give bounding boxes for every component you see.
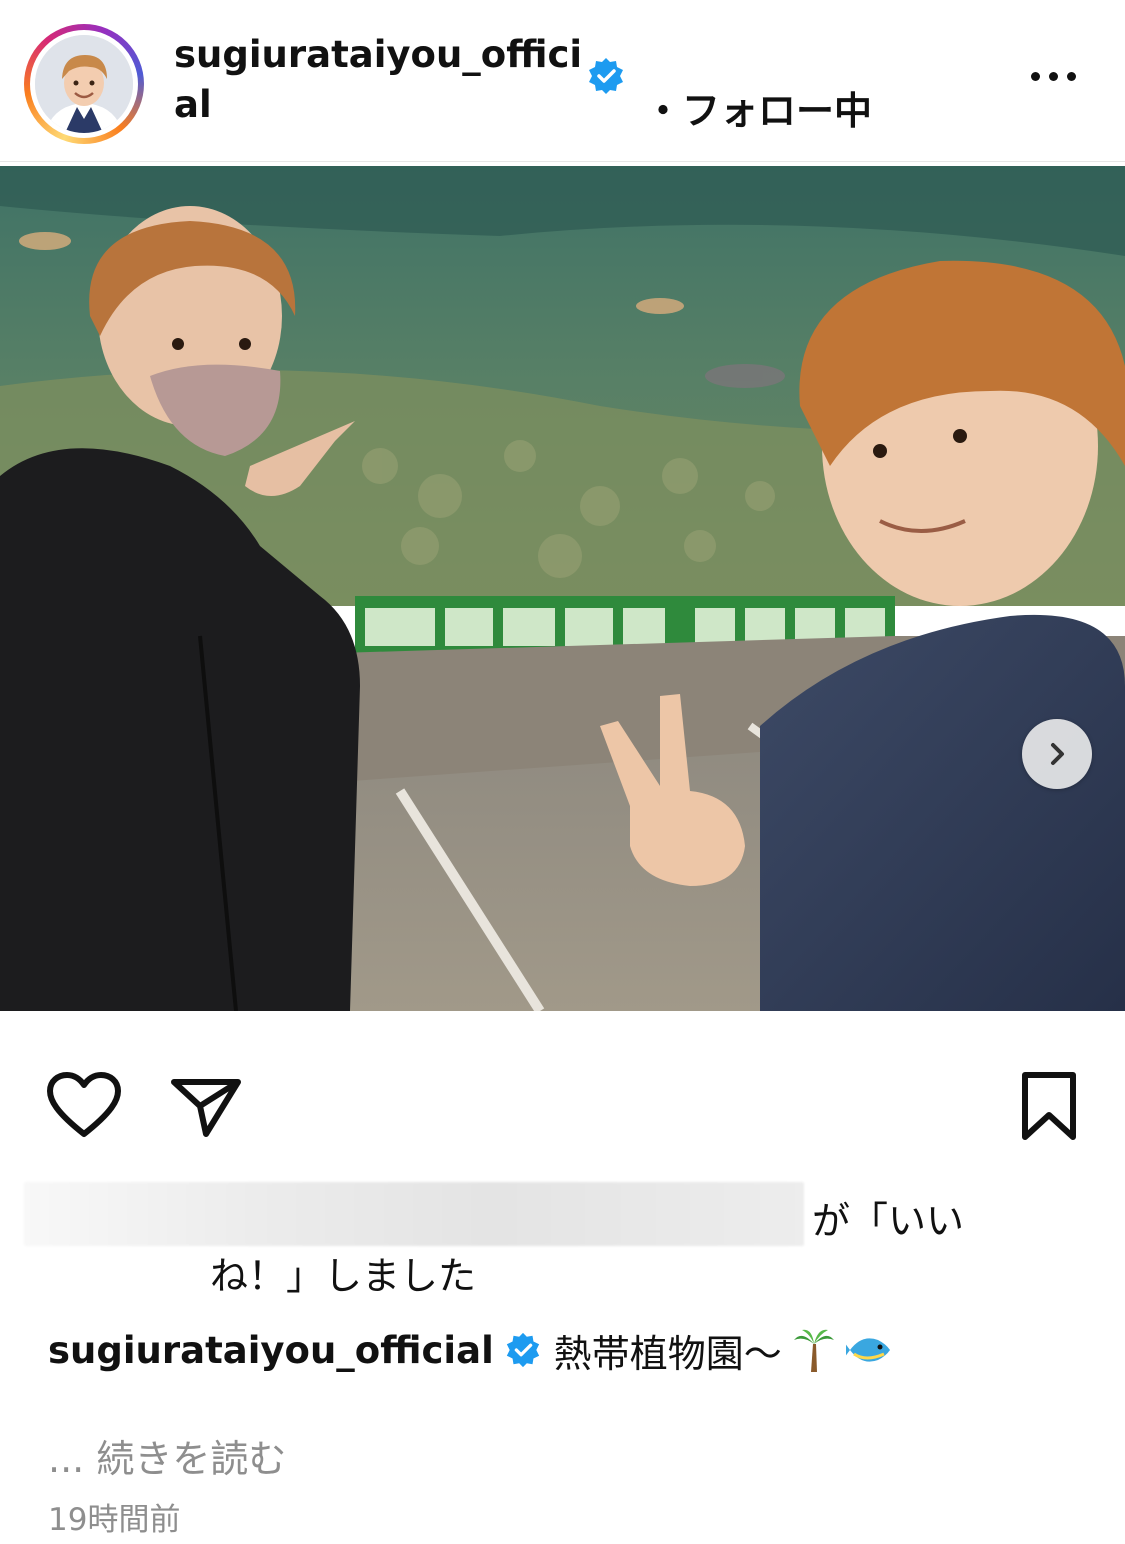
caption-text: 熱帯植物園〜: [553, 1331, 782, 1376]
fish-icon: [845, 1338, 890, 1362]
read-more-link[interactable]: ... 続きを読む: [48, 1428, 286, 1483]
post-photo[interactable]: [0, 166, 1125, 1011]
caption: sugiurataiyou_official 熱帯植物園〜: [48, 1322, 894, 1378]
likes-text[interactable]: が「いい: [812, 1190, 964, 1245]
follow-status[interactable]: ・フォロー中: [644, 80, 872, 135]
caption-username[interactable]: sugiurataiyou_official: [48, 1329, 494, 1372]
liked-by-blurred: [24, 1182, 804, 1246]
post-header: sugiurataiyou_official ・フォロー中: [0, 0, 1125, 162]
post-timestamp: 19時間前: [48, 1502, 181, 1538]
likes-text-continued[interactable]: ね！」しました: [210, 1245, 476, 1300]
paper-plane-icon: [171, 1079, 241, 1137]
action-bar: [0, 1060, 1125, 1150]
carousel-next-button[interactable]: [1022, 719, 1092, 789]
more-horizontal-icon[interactable]: [1026, 56, 1080, 96]
header-username[interactable]: sugiurataiyou_official: [174, 30, 584, 130]
save-button[interactable]: [1012, 1068, 1086, 1144]
like-button[interactable]: [44, 1070, 124, 1140]
avatar[interactable]: [35, 35, 133, 133]
verified-badge-icon: [589, 58, 623, 94]
chevron-right-icon: [1051, 743, 1064, 765]
share-button[interactable]: [170, 1068, 242, 1140]
heart-outline-icon: [47, 1072, 121, 1137]
aquarium-photo: [0, 166, 1125, 1011]
story-ring[interactable]: [24, 24, 144, 144]
palm-tree-icon: [793, 1329, 834, 1372]
verified-badge-icon: [506, 1332, 539, 1368]
bookmark-outline-icon: [1022, 1072, 1076, 1140]
